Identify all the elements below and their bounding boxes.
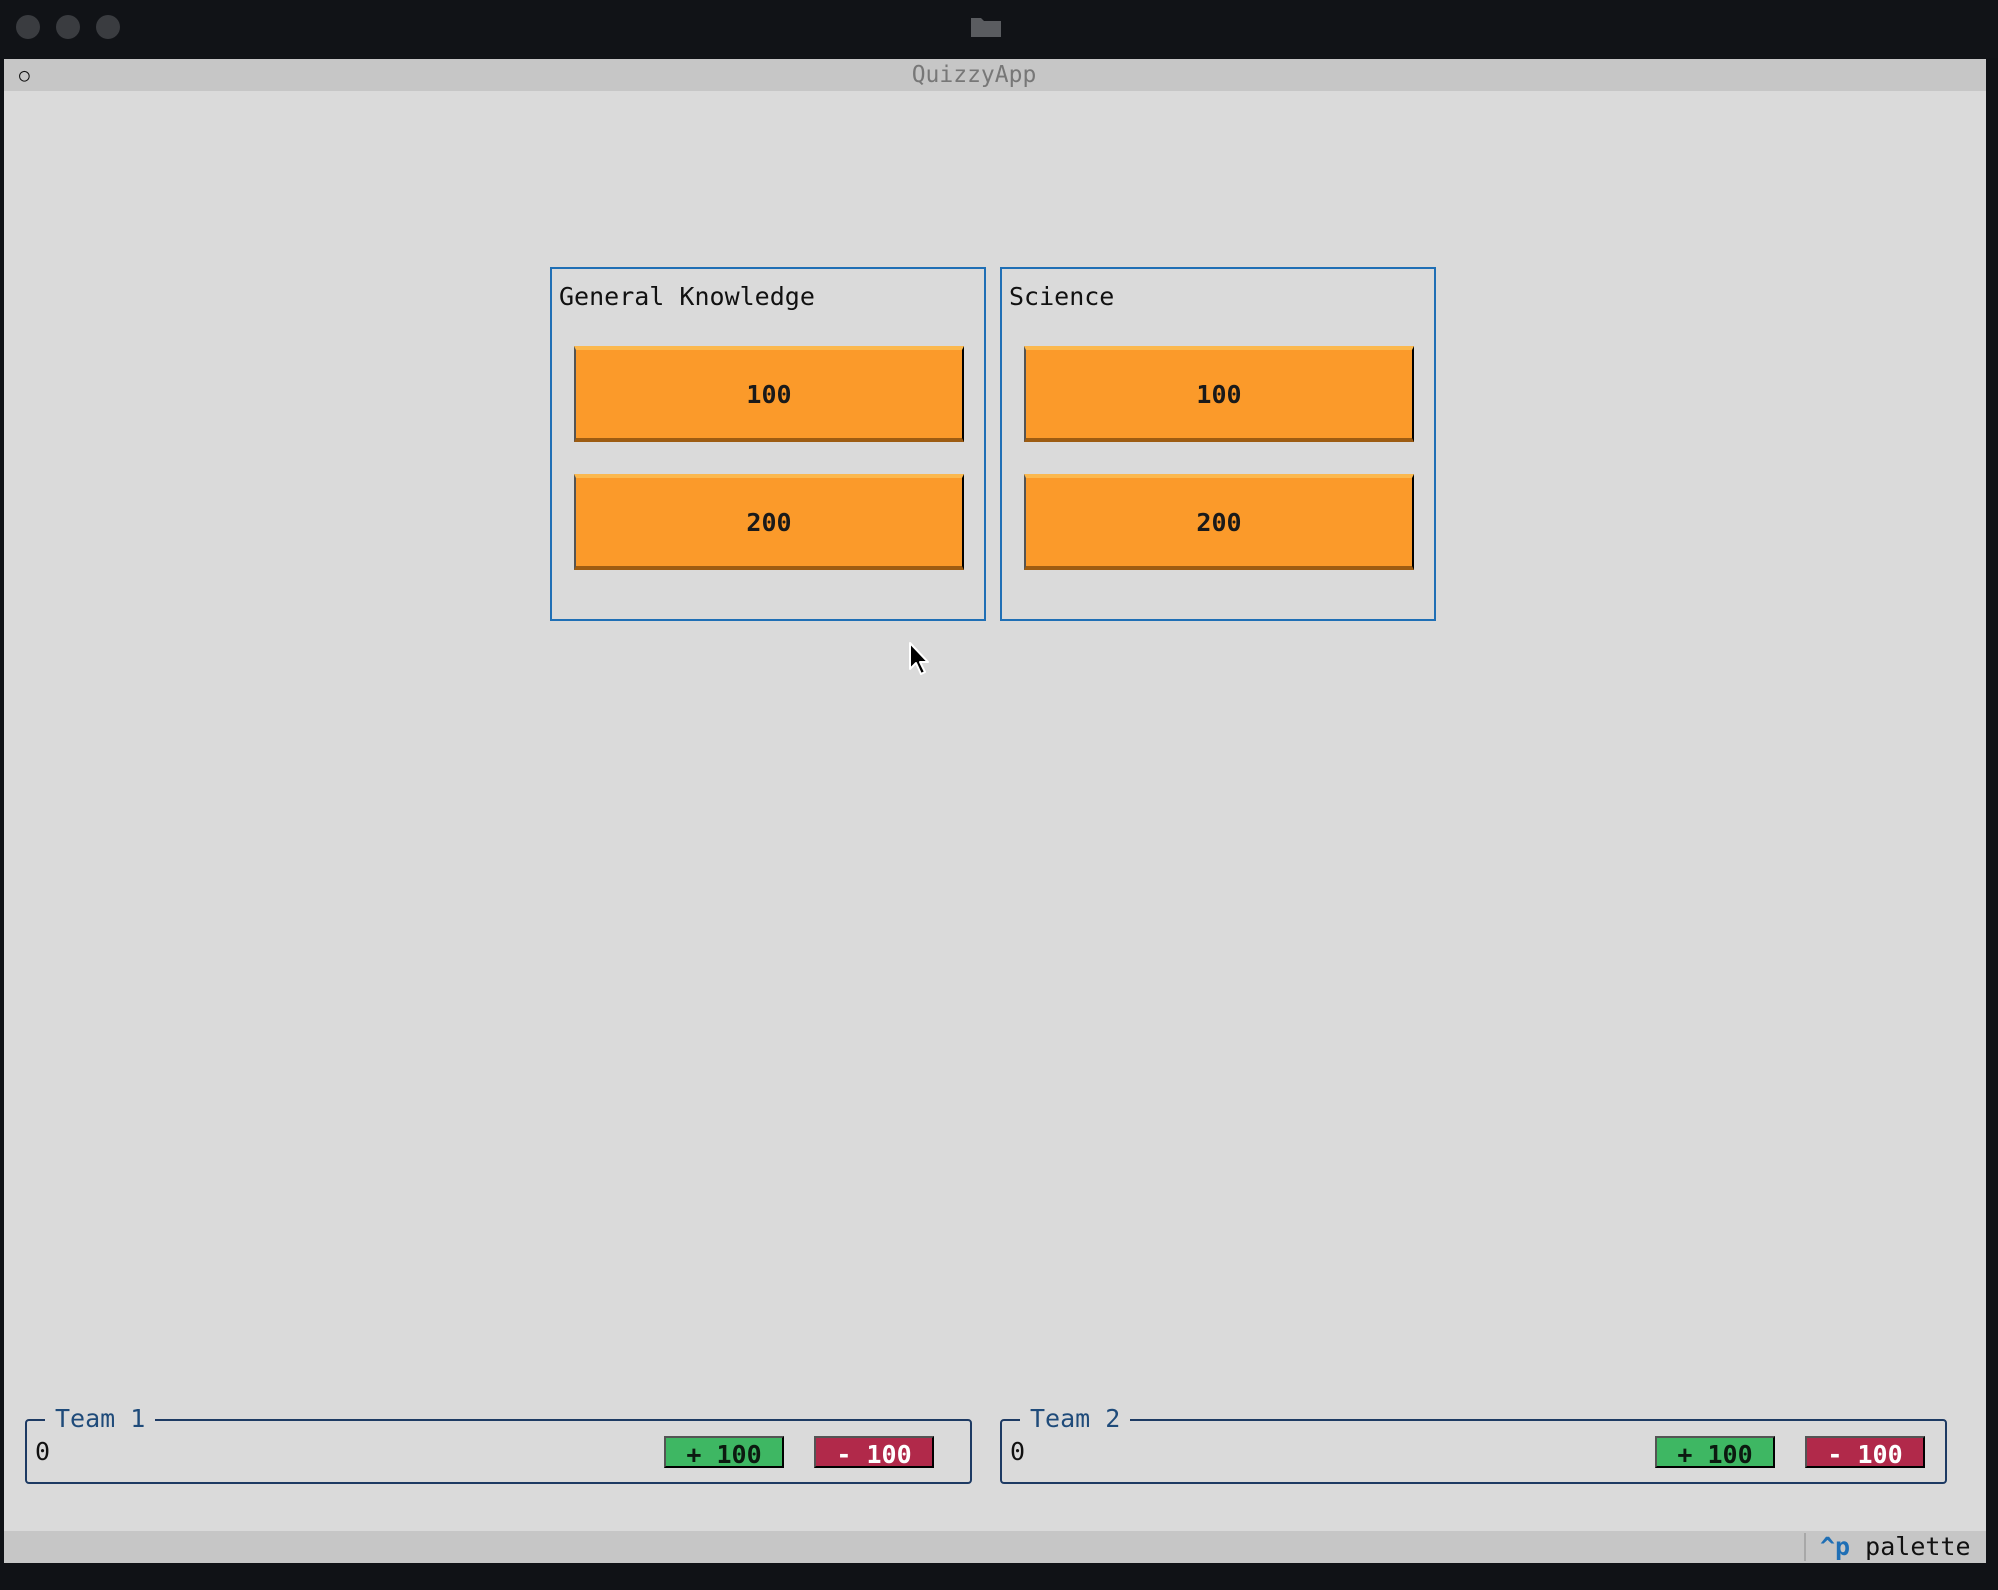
team-2-subtract-100-button[interactable]: - 100 [1805, 1436, 1925, 1469]
folder-icon [971, 18, 1001, 37]
category-general-knowledge: General Knowledge 100 200 [550, 267, 986, 621]
question-button-general-knowledge-100[interactable]: 100 [574, 346, 964, 442]
app-footer: ^p palette [4, 1531, 1986, 1563]
app-window: ○ QuizzyApp General Knowledge 100 200 Sc… [0, 0, 1998, 1590]
category-title: General Knowledge [559, 282, 815, 311]
window-titlebar [0, 0, 1998, 58]
question-button-science-200[interactable]: 200 [1024, 474, 1414, 570]
team-name: Team 1 [45, 1404, 156, 1434]
zoom-window-button[interactable] [96, 15, 120, 39]
category-title: Science [1009, 282, 1115, 311]
footer-divider [1804, 1533, 1806, 1561]
category-science: Science 100 200 [1000, 267, 1436, 621]
app-title: QuizzyApp [911, 62, 1037, 88]
palette-key: ^p [1820, 1532, 1851, 1561]
close-window-button[interactable] [16, 15, 40, 39]
mouse-cursor-icon [909, 642, 929, 675]
team-2-add-100-button[interactable]: + 100 [1655, 1436, 1775, 1469]
team-name: Team 2 [1020, 1404, 1131, 1434]
app-header: ○ QuizzyApp [4, 59, 1986, 91]
team-1-add-100-button[interactable]: + 100 [664, 1436, 784, 1469]
team-score: 0 [35, 1437, 51, 1466]
minimize-window-button[interactable] [56, 15, 80, 39]
team-2-panel: Team 2 0 + 100 - 100 [1000, 1404, 1947, 1484]
question-button-general-knowledge-200[interactable]: 200 [574, 474, 964, 570]
team-score: 0 [1010, 1437, 1026, 1466]
palette-label: palette [1865, 1532, 1971, 1561]
team-1-subtract-100-button[interactable]: - 100 [814, 1436, 934, 1469]
team-1-panel: Team 1 0 + 100 - 100 [25, 1404, 972, 1484]
question-button-science-100[interactable]: 100 [1024, 346, 1414, 442]
command-palette-shortcut[interactable]: ^p palette [1820, 1531, 1971, 1563]
quiz-app: ○ QuizzyApp General Knowledge 100 200 Sc… [4, 59, 1986, 1563]
